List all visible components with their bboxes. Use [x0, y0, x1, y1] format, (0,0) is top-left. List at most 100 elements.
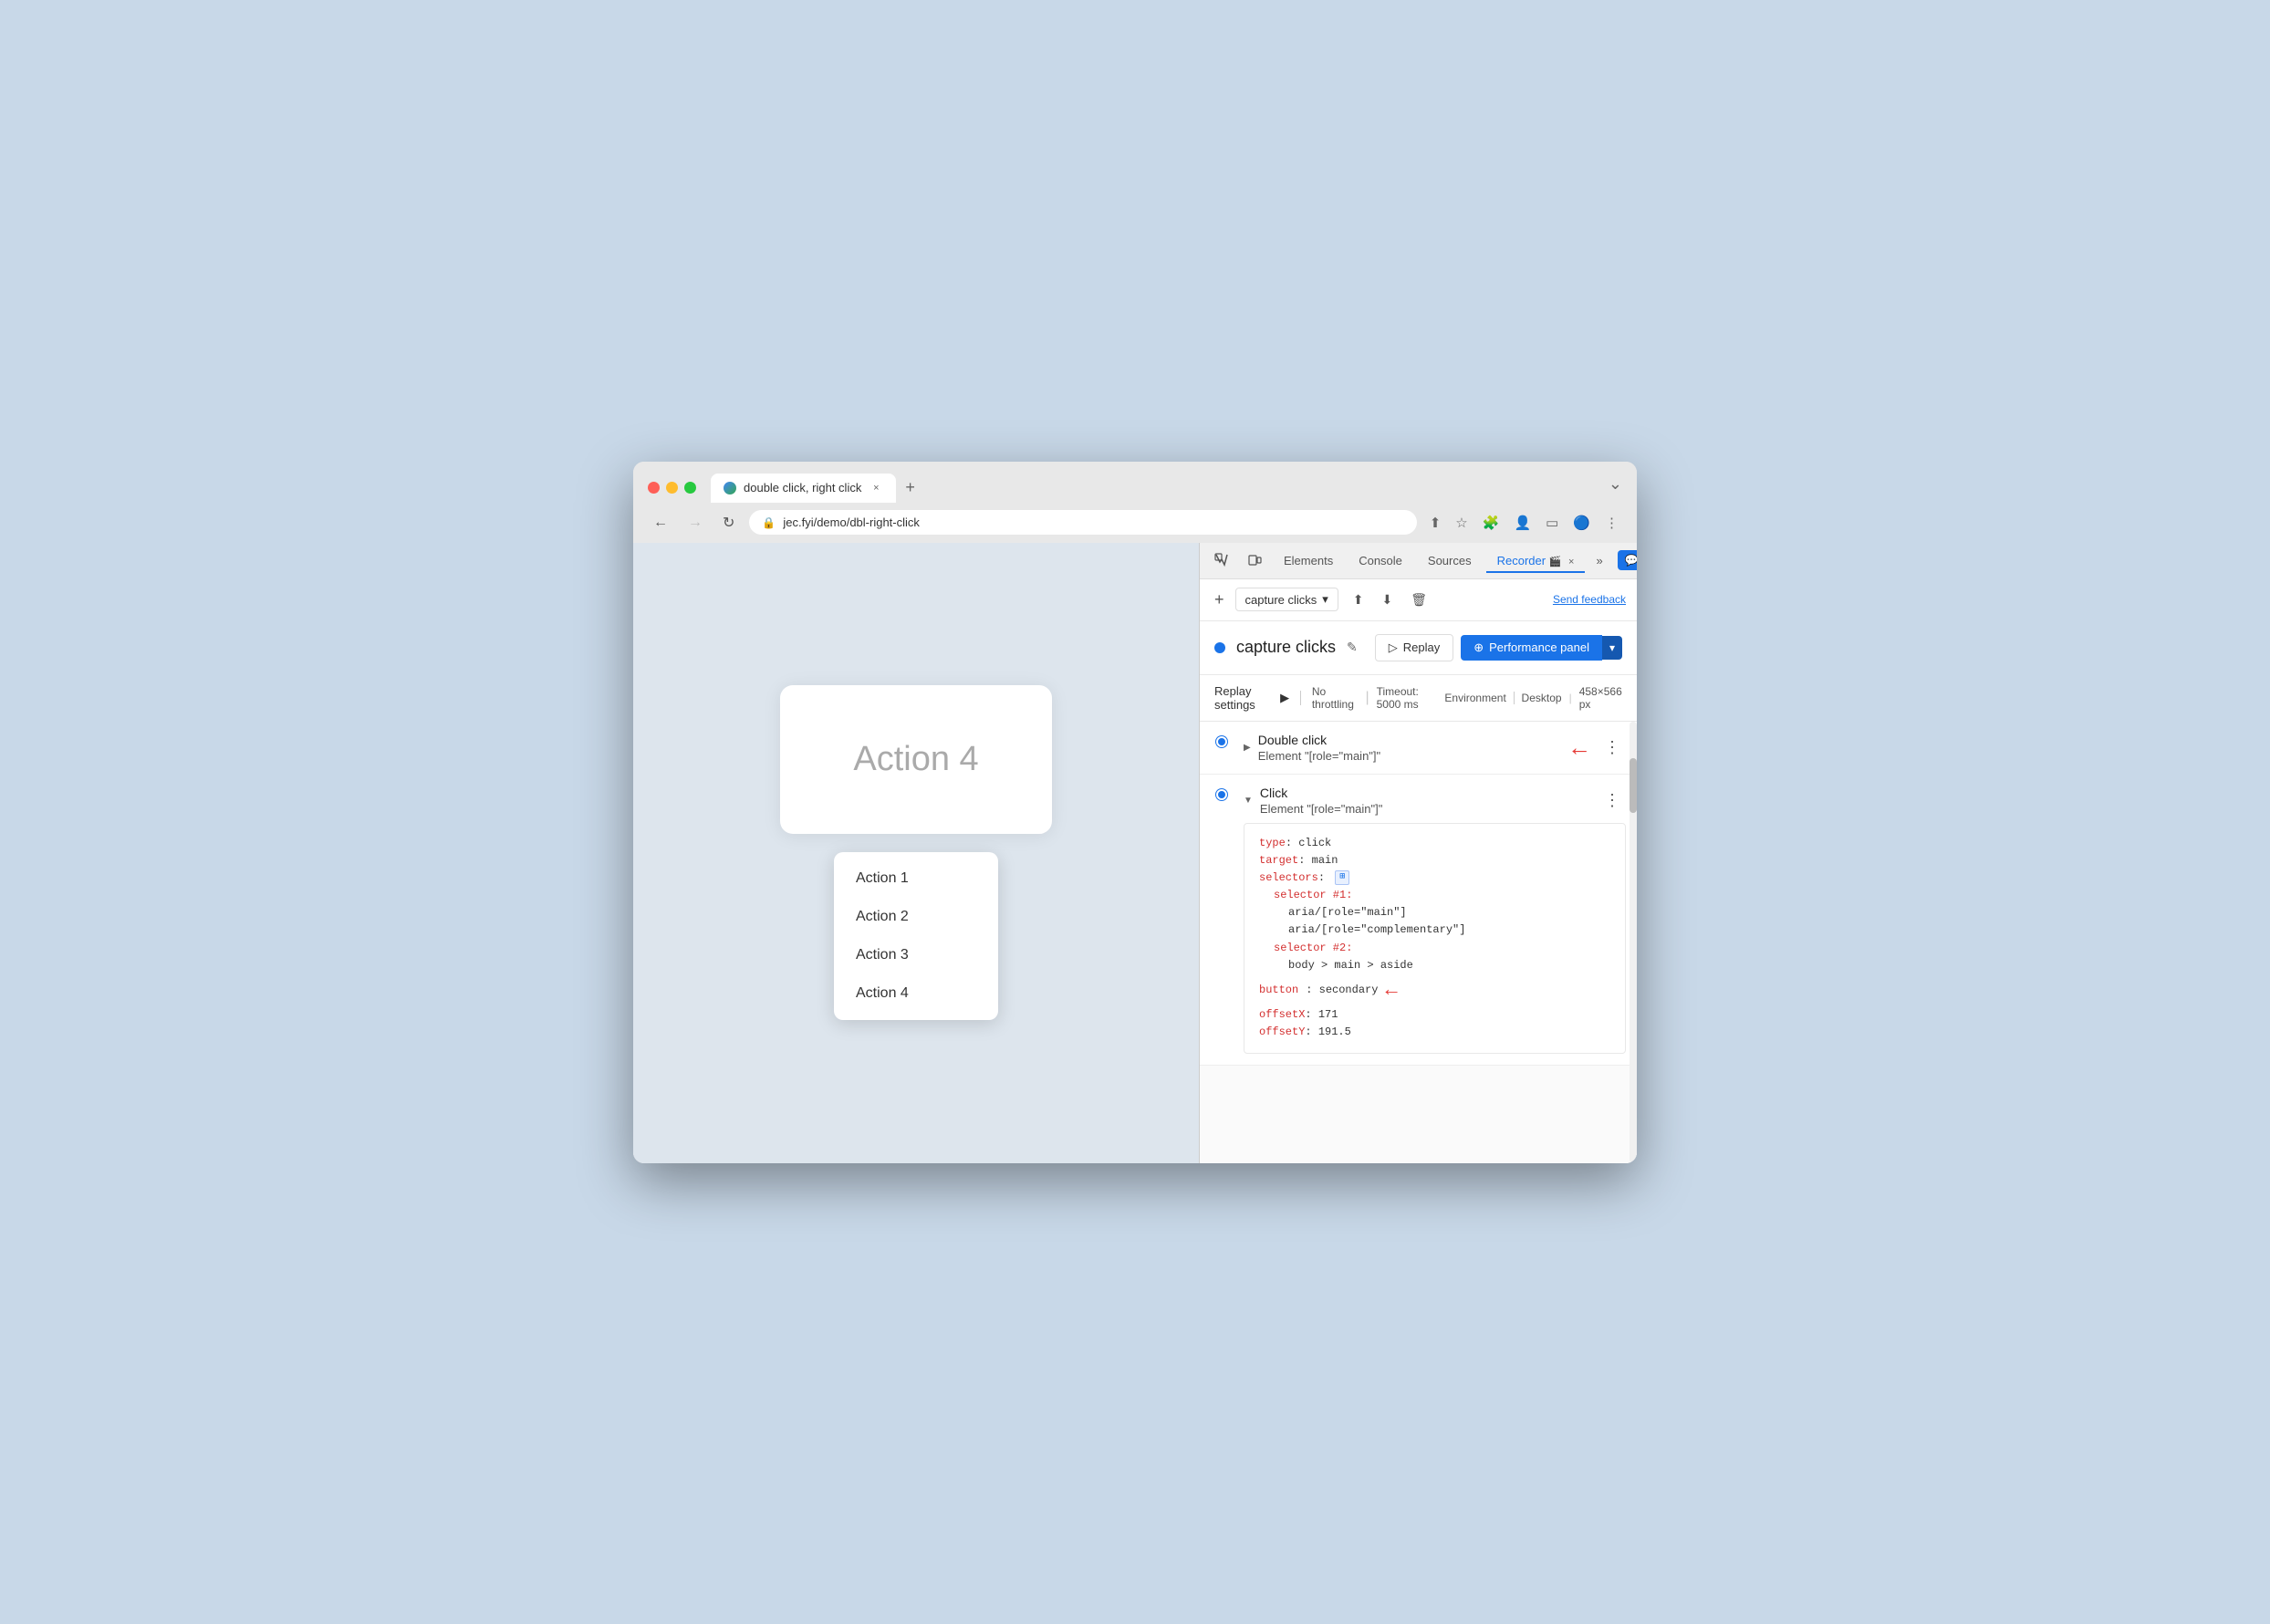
resolution-value: 458×566 px [1579, 685, 1622, 711]
minimize-window-button[interactable] [666, 482, 678, 494]
lock-icon: 🔒 [762, 516, 776, 529]
edit-title-icon[interactable]: ✎ [1347, 640, 1358, 655]
address-icons: ⬆ ☆ 🧩 👤 ▭ 🔵 ⋮ [1426, 511, 1622, 535]
tab-close-button[interactable]: × [869, 481, 883, 495]
close-window-button[interactable] [648, 482, 660, 494]
red-arrow-1: ← [1567, 734, 1591, 762]
delete-button[interactable]: 🗑 [1403, 587, 1434, 613]
menu-item-action2[interactable]: Action 2 [834, 898, 998, 936]
step-name-1: Double click [1258, 733, 1380, 747]
step-dot-1 [1216, 736, 1227, 747]
code-target-key: target [1259, 854, 1298, 867]
profile-icon[interactable]: 👤 [1510, 511, 1535, 535]
code-body-path: body > main > aside [1288, 959, 1413, 972]
code-selector1-key: selector #1: [1274, 889, 1352, 901]
recording-header: capture clicks ✎ ▷ Replay ⊕ Performance … [1200, 621, 1637, 675]
step-title-row-1: ▶ Double click Element "[role="main"]" [1244, 733, 1380, 763]
step-expand-2[interactable]: ▼ [1244, 796, 1253, 806]
recording-selector[interactable]: capture clicks ▾ [1235, 588, 1338, 611]
toolbar-icons: ⬆ ⬇ 🗑 [1346, 587, 1434, 613]
more-tabs-button[interactable]: » [1588, 548, 1609, 573]
environment-label: Environment [1444, 692, 1505, 704]
env-divider [1514, 692, 1515, 704]
action4-card: Action 4 [780, 685, 1051, 834]
settings-divider [1300, 691, 1301, 705]
performance-icon: ⊕ [1473, 640, 1484, 655]
settings-expand-icon: ▶ [1280, 691, 1289, 705]
step-more-1[interactable]: ⋮ [1598, 736, 1626, 759]
export-button[interactable]: ⬆ [1346, 587, 1371, 613]
webpage-area: Action 4 Action 1 Action 2 Action 3 Acti… [633, 543, 1199, 1163]
step-name-2: Click [1260, 786, 1382, 800]
step-more-2[interactable]: ⋮ [1598, 789, 1626, 812]
replay-settings: Replay settings ▶ No throttling | Timeou… [1200, 675, 1637, 722]
tab-recorder-close[interactable]: × [1568, 557, 1574, 567]
menu-item-action1[interactable]: Action 1 [834, 859, 998, 898]
devtools-panel: Elements Console Sources Recorder 🎬 × » … [1199, 543, 1637, 1163]
step-info-1: Double click Element "[role="main"]" [1258, 733, 1380, 763]
step-header-1: ▶ Double click Element "[role="main"]" ←… [1244, 733, 1626, 763]
chevron-down-icon: ▾ [1322, 592, 1328, 607]
sidebar-icon[interactable]: ▭ [1542, 511, 1562, 535]
chat-badge[interactable]: 💬 1 [1618, 550, 1637, 570]
performance-panel-button[interactable]: ⊕ Performance panel [1461, 635, 1602, 661]
code-offsetx-key: offsetX [1259, 1008, 1305, 1021]
step-dot-2 [1216, 789, 1227, 800]
more-options-icon[interactable]: ⋮ [1601, 511, 1622, 535]
back-button[interactable]: ← [648, 511, 673, 535]
code-selectors-key: selectors [1259, 871, 1318, 884]
step-element-1: Element "[role="main"]" [1258, 749, 1380, 763]
code-aria1: aria/[role="main"] [1288, 906, 1407, 919]
device-toolbar-button[interactable] [1240, 547, 1269, 573]
extension-icon[interactable]: 🧩 [1479, 511, 1504, 535]
inspect-element-button[interactable] [1207, 547, 1236, 573]
selector-icon: ⊞ [1335, 870, 1349, 885]
tab-recorder[interactable]: Recorder 🎬 × [1486, 548, 1586, 573]
fullscreen-window-button[interactable] [684, 482, 696, 494]
import-button[interactable]: ⬇ [1375, 587, 1401, 613]
timeline: ▶ Double click Element "[role="main"]" ←… [1200, 722, 1637, 1066]
title-bar: double click, right click × + ⌄ [633, 462, 1637, 503]
bookmark-icon[interactable]: ☆ [1452, 511, 1471, 535]
send-feedback-link[interactable]: Send feedback [1553, 593, 1626, 606]
scrollbar-thumb[interactable] [1630, 758, 1637, 813]
code-aria2: aria/[role="complementary"] [1288, 923, 1465, 936]
reload-button[interactable]: ↻ [717, 510, 740, 536]
page-content: Action 4 Action 1 Action 2 Action 3 Acti… [780, 685, 1051, 1020]
action4-label: Action 4 [853, 740, 978, 778]
code-button-key: button [1259, 982, 1298, 999]
step-actions-1: ← ⋮ [1567, 734, 1626, 762]
scrollbar-track [1630, 722, 1637, 1163]
tab-console[interactable]: Console [1348, 548, 1413, 573]
play-icon: ▷ [1389, 640, 1398, 655]
tab-title: double click, right click [744, 481, 861, 494]
performance-panel-dropdown[interactable]: ▾ [1602, 636, 1622, 660]
tab-bar: double click, right click × + [711, 473, 1599, 503]
timeout-value: Timeout: 5000 ms [1377, 685, 1445, 711]
add-recording-button[interactable]: + [1211, 587, 1228, 613]
step-expand-1[interactable]: ▶ [1244, 743, 1251, 753]
main-content: Action 4 Action 1 Action 2 Action 3 Acti… [633, 543, 1637, 1163]
avatar-icon[interactable]: 🔵 [1569, 511, 1594, 535]
browser-window: double click, right click × + ⌄ ← → ↻ 🔒 … [633, 462, 1637, 1163]
url-bar[interactable]: 🔒 jec.fyi/demo/dbl-right-click [749, 510, 1416, 535]
window-controls: ⌄ [1609, 474, 1622, 501]
traffic-lights [648, 482, 696, 494]
replay-button[interactable]: ▷ Replay [1375, 634, 1453, 661]
tab-sources[interactable]: Sources [1417, 548, 1483, 573]
recording-dot [1214, 642, 1225, 653]
settings-left: Replay settings ▶ No throttling | Timeou… [1214, 684, 1444, 712]
recording-title: capture clicks [1236, 638, 1336, 657]
active-tab[interactable]: double click, right click × [711, 474, 896, 503]
tab-elements[interactable]: Elements [1273, 548, 1344, 573]
code-selector2-key: selector #2: [1274, 942, 1352, 954]
steps-area: ▶ Double click Element "[role="main"]" ←… [1200, 722, 1637, 1163]
forward-button[interactable]: → [682, 511, 708, 535]
replay-settings-title[interactable]: Replay settings ▶ [1214, 684, 1289, 712]
new-tab-button[interactable]: + [896, 473, 924, 503]
menu-item-action3[interactable]: Action 3 [834, 936, 998, 974]
menu-item-action4[interactable]: Action 4 [834, 974, 998, 1013]
url-text: jec.fyi/demo/dbl-right-click [783, 515, 1403, 529]
settings-right: Environment Desktop | 458×566 px [1444, 685, 1622, 711]
share-icon[interactable]: ⬆ [1426, 511, 1445, 535]
